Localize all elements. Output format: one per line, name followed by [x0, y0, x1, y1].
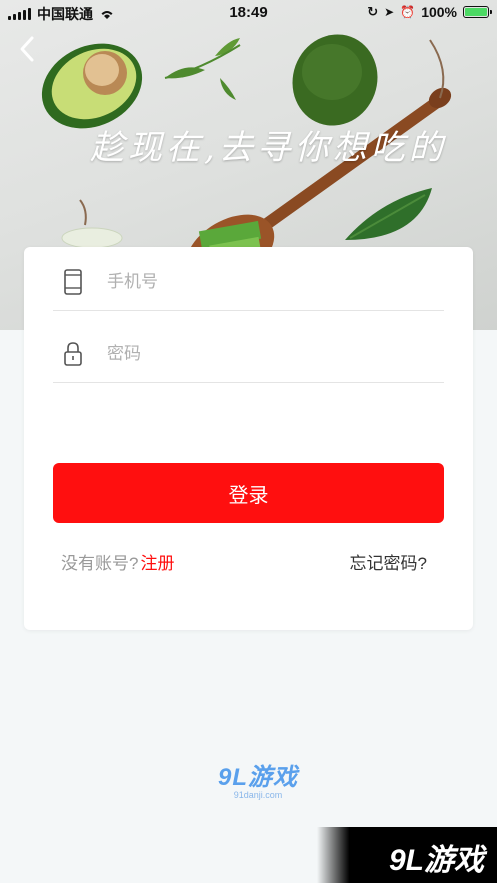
phone-field: [53, 254, 444, 311]
location-icon: ➤: [384, 5, 395, 19]
rotation-lock-icon: ↻: [367, 4, 379, 19]
lock-icon: [53, 341, 93, 367]
password-input[interactable]: [105, 343, 409, 365]
register-link[interactable]: 注册: [140, 554, 174, 573]
forgot-password-link[interactable]: 忘记密码?: [350, 549, 427, 574]
login-button[interactable]: 登录: [53, 463, 444, 523]
watermark-url: 91danji.com: [233, 790, 283, 800]
battery-icon: [463, 6, 492, 18]
phone-input[interactable]: [105, 271, 409, 293]
back-button[interactable]: [18, 34, 48, 68]
watermark-logo-text: 9L游戏: [218, 764, 299, 791]
phone-icon: [53, 268, 93, 296]
no-account-row: 没有账号? 注册: [61, 549, 174, 574]
battery-percent: 100%: [421, 4, 457, 20]
status-bar: 中国联通 18:49 ↻ ➤ ⏰ 100%: [0, 0, 497, 26]
hero-slogan: 趁现在,去寻你想吃的: [90, 128, 447, 168]
no-account-label: 没有账号?: [61, 554, 139, 573]
alarm-icon: ⏰: [400, 5, 416, 19]
chevron-left-icon: [20, 36, 34, 62]
corner-watermark: 9L游戏: [317, 827, 497, 883]
corner-watermark-text: 9L游戏: [389, 844, 485, 877]
password-field: [53, 326, 444, 383]
watermark-logo: 9L游戏 91danji.com: [218, 757, 298, 800]
login-card: 登录 没有账号?注册 忘记密码?: [24, 247, 473, 630]
